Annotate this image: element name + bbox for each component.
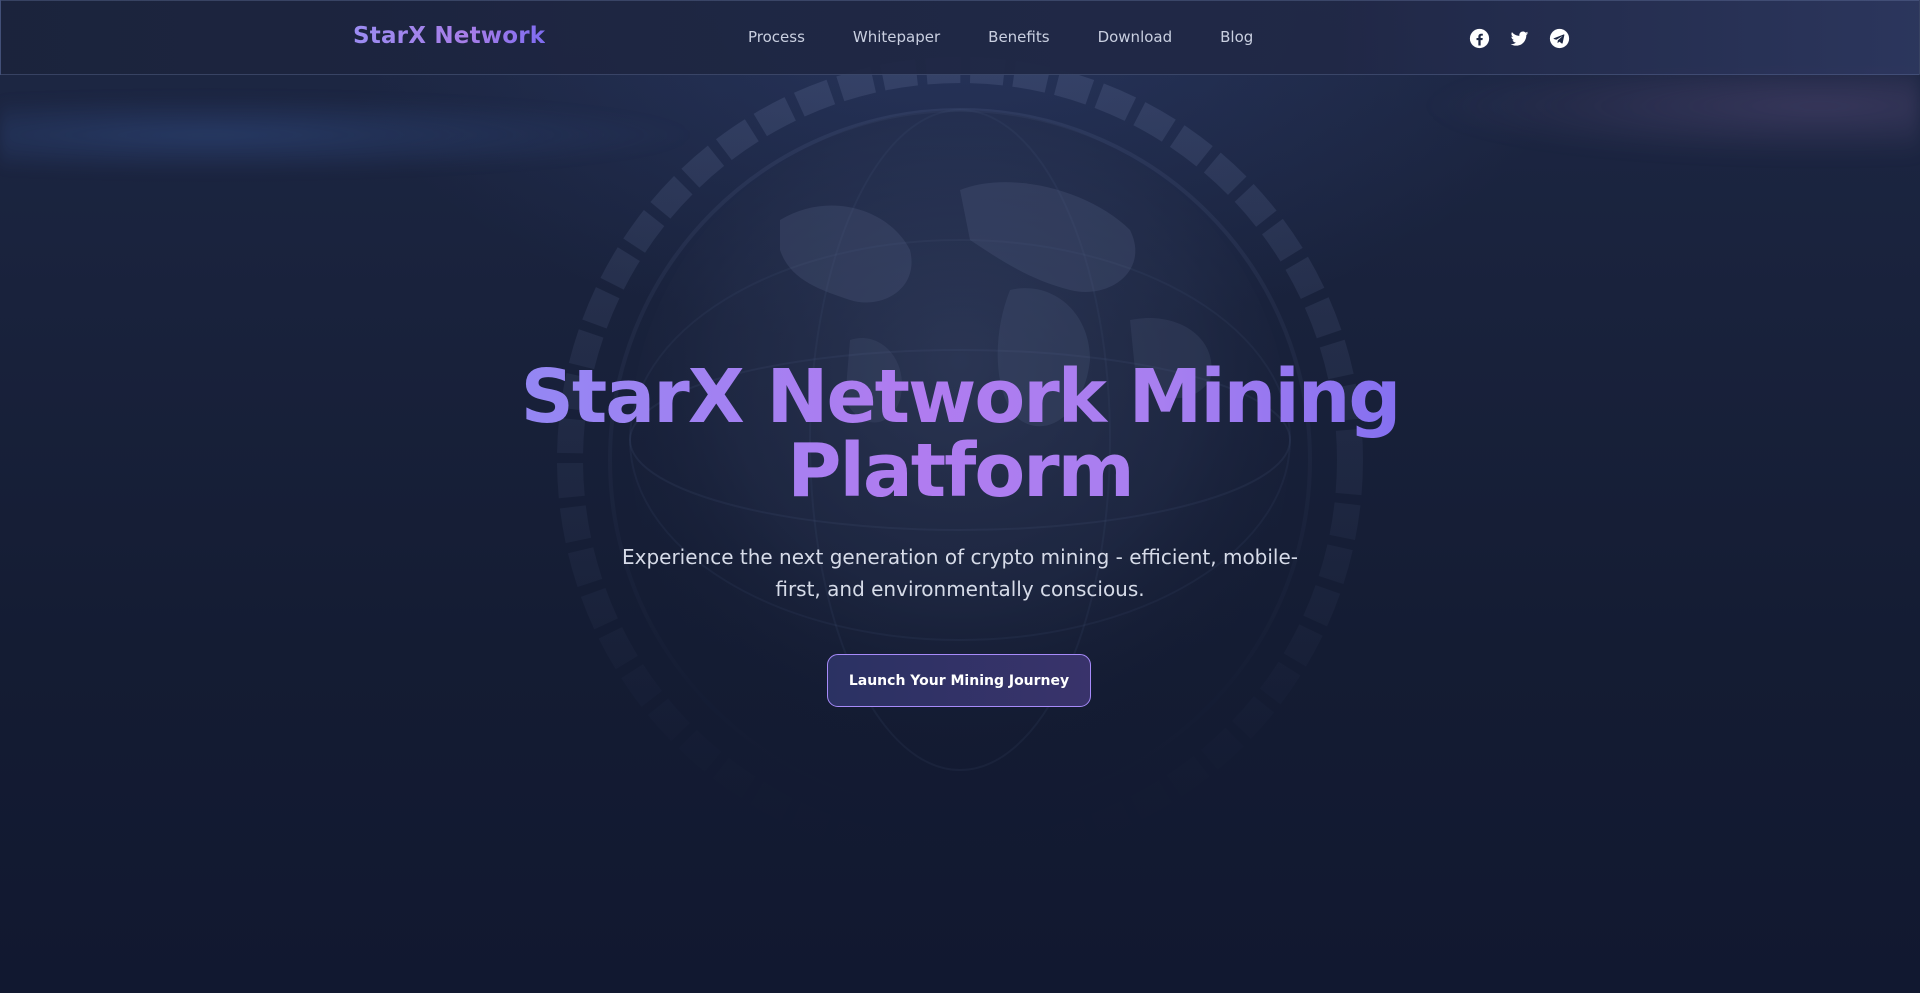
twitter-icon[interactable] [1509,28,1530,49]
telegram-icon[interactable] [1549,28,1570,49]
nav-link-whitepaper[interactable]: Whitepaper [853,28,940,46]
main-nav: Process Whitepaper Benefits Download Blo… [748,28,1301,46]
facebook-icon[interactable] [1469,28,1490,49]
background-light-streak [1420,70,1920,160]
site-header: StarX Network Process Whitepaper Benefit… [0,0,1920,75]
nav-link-process[interactable]: Process [748,28,805,46]
hero-title-line: Platform [787,428,1133,514]
hero-title: StarX Network Mining Platform [460,360,1460,508]
nav-link-download[interactable]: Download [1098,28,1173,46]
hero-subtitle-line: Experience the next generation of crypto… [621,545,1299,569]
launch-mining-button[interactable]: Launch Your Mining Journey [827,654,1091,707]
hero-subtitle: Experience the next generation of crypto… [620,541,1300,605]
nav-link-benefits[interactable]: Benefits [988,28,1049,46]
social-links [1469,28,1589,49]
landing-page: StarX Network Process Whitepaper Benefit… [0,0,1920,993]
brand-logo[interactable]: StarX Network [353,23,545,49]
hero-subtitle-line: first, and environmentally conscious. [775,577,1145,601]
nav-link-blog[interactable]: Blog [1220,28,1253,46]
